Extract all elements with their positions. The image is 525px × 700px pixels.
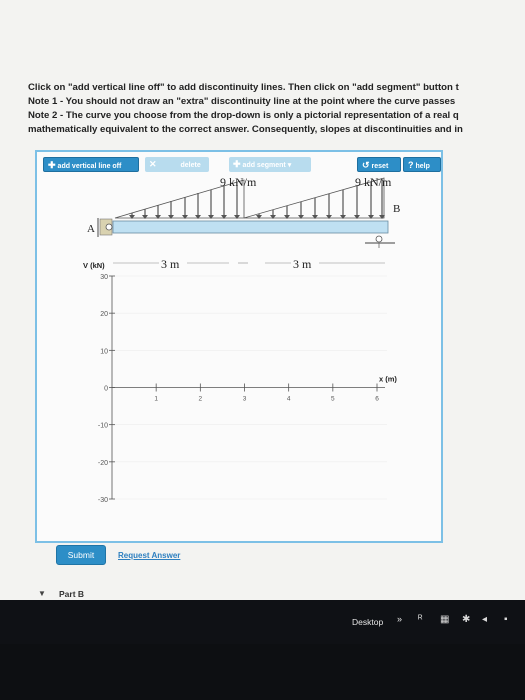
x-tick-label: 1 (154, 396, 158, 403)
desktop-label[interactable]: Desktop (352, 617, 383, 627)
triangle-down-icon[interactable]: ▼ (38, 589, 46, 598)
span-label-right: 3 m (293, 257, 312, 271)
roller-support-b (365, 235, 395, 248)
network-icon[interactable]: ✱ (462, 614, 470, 625)
x-tick-label: 4 (287, 396, 291, 403)
y-axis-label: V (kN) (83, 261, 105, 270)
y-tick-label: -20 (98, 460, 108, 467)
y-tick-label: 0 (104, 386, 108, 393)
beam (112, 220, 389, 234)
browser-page: Click on "add vertical line off" to add … (0, 0, 525, 600)
instruction-line: mathematically equivalent to the correct… (28, 124, 463, 135)
instructions: Click on "add vertical line off" to add … (28, 81, 525, 137)
submit-button[interactable]: Submit (56, 545, 106, 565)
y-tick-label: 30 (100, 274, 108, 281)
x-axis-label: x (m) (379, 375, 397, 384)
part-b-header[interactable]: Part B (59, 589, 84, 599)
beam-and-shear-diagram[interactable]: 9 kN/m 9 kN/m A B 3 m 3 m 3020100-10-20-… (37, 152, 441, 541)
x-tick-label: 3 (243, 396, 247, 403)
load-label-right: 9 kN/m (355, 175, 392, 189)
support-b-label: B (393, 203, 400, 215)
x-tick-label: 2 (199, 396, 203, 403)
span-label-left: 3 m (161, 257, 180, 271)
load-label-left: 9 kN/m (220, 175, 257, 189)
people-icon[interactable]: ᴿ (418, 614, 423, 625)
y-tick-label: -30 (98, 497, 108, 504)
y-tick-label: 10 (100, 348, 108, 355)
request-answer-link[interactable]: Request Answer (118, 551, 180, 560)
keyboard-icon[interactable]: ▦ (440, 614, 449, 625)
shear-plot[interactable]: 30 20 10 0 -10 -20 -30 1 2 3 4 5 6 V (kN) x (m) (83, 261, 397, 504)
instruction-line: Click on "add vertical line off" to add … (28, 82, 459, 93)
notification-icon[interactable]: ▪ (504, 614, 508, 625)
pin-support-a (97, 218, 113, 237)
x-tick-label: 6 (375, 396, 379, 403)
instruction-line: Note 2 - The curve you choose from the d… (28, 110, 459, 121)
y-tick-label: -10 (98, 423, 108, 430)
instruction-line: Note 1 - You should not draw an "extra" … (28, 96, 456, 107)
support-a-label: A (87, 223, 95, 235)
chevron-right-icon[interactable]: » (397, 614, 402, 624)
speaker-icon[interactable]: ◂ (482, 614, 487, 625)
x-tick-label: 5 (331, 396, 335, 403)
y-tick-label: 20 (100, 311, 108, 318)
drawing-tool-panel: ✚ add vertical line off ✕ delete ✚ add seg… (35, 150, 443, 543)
